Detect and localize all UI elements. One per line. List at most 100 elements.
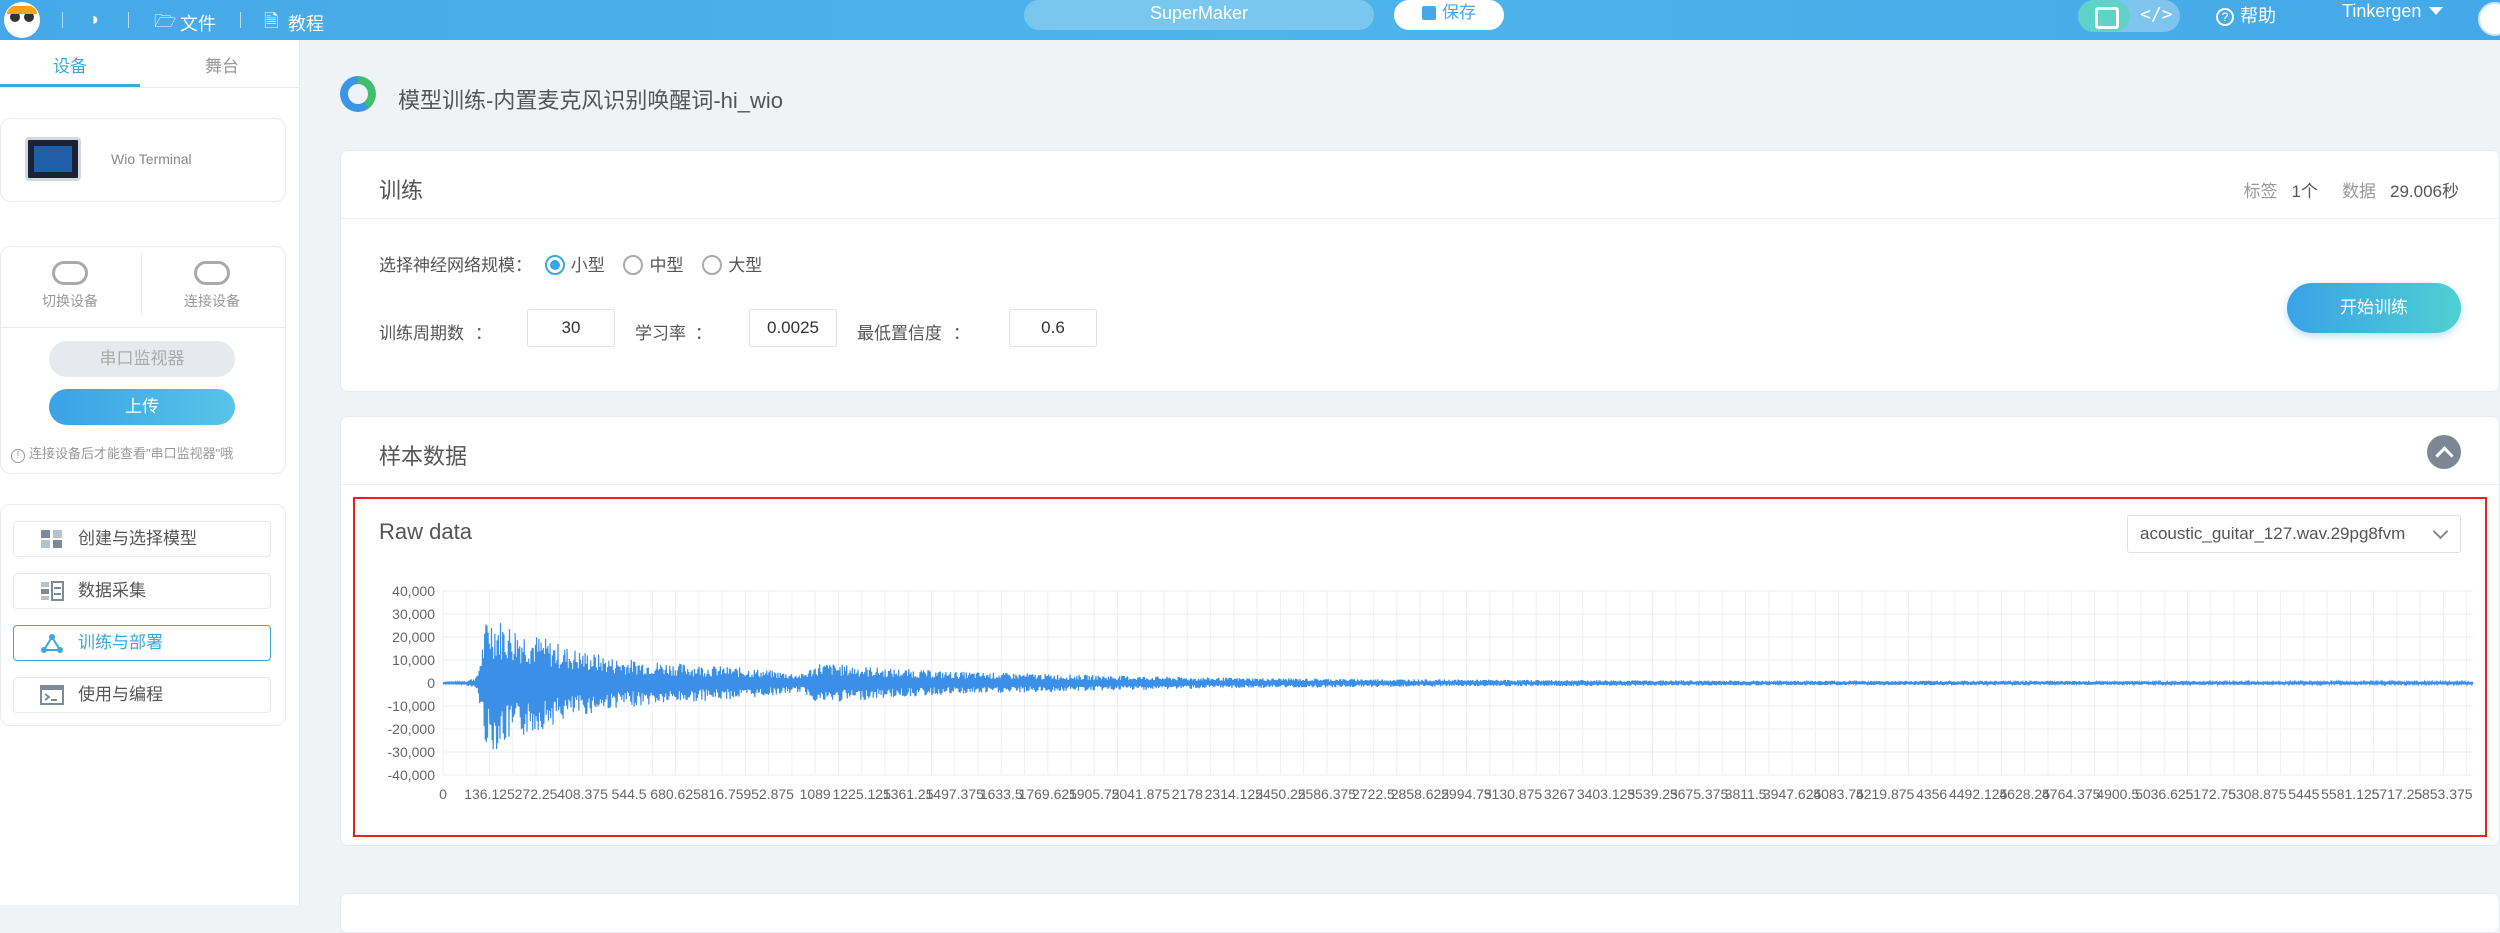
training-stats: 标签 1个 数据 29.006秒 — [2244, 177, 2459, 202]
menu-item-label: 创建与选择模型 — [78, 529, 197, 548]
x-tick-label: 680.625 — [650, 786, 701, 802]
y-tick-label: 40,000 — [392, 583, 435, 599]
panel-header: 训练 标签 1个 数据 29.006秒 — [341, 151, 2499, 219]
tab-stage[interactable]: 舞台 — [152, 52, 292, 77]
switch-icon — [52, 261, 88, 285]
file-menu[interactable]: 文件 — [180, 10, 216, 36]
switch-device-button[interactable]: 切换设备 — [1, 261, 139, 321]
y-tick-label: 0 — [427, 675, 435, 691]
connect-device-label: 连接设备 — [184, 293, 240, 309]
blocks-view-icon[interactable] — [2078, 0, 2130, 32]
x-tick-label: 1089 — [800, 786, 831, 802]
menu-item-create-model[interactable]: 创建与选择模型 — [13, 521, 271, 557]
user-menu[interactable]: Tinkergen — [2342, 1, 2444, 22]
upload-button[interactable]: 上传 — [49, 389, 235, 425]
x-tick-label: 272.25 — [515, 786, 558, 802]
sample-file-value: acoustic_guitar_127.wav.29pg8fvm — [2140, 524, 2406, 543]
learning-rate-input[interactable]: 0.0025 — [749, 309, 837, 347]
panel-title: 样本数据 — [379, 444, 468, 469]
connect-device-button[interactable]: 连接设备 — [143, 261, 281, 321]
radio-large[interactable] — [702, 255, 723, 275]
user-name: Tinkergen — [2342, 1, 2422, 21]
owl-logo-icon[interactable] — [4, 2, 40, 38]
panel-header: 样本数据 — [341, 417, 2499, 485]
y-tick-label: -10,000 — [388, 698, 436, 714]
x-tick-label: 544.5 — [612, 786, 647, 802]
info-icon: ! — [11, 449, 25, 463]
learning-rate-label: 学习率 — [635, 324, 686, 343]
globe-icon[interactable]: ◑ — [88, 9, 99, 30]
folder-icon: 🗁 — [154, 11, 177, 31]
help-link[interactable]: ? 帮助 — [2216, 2, 2276, 28]
menu-item-label: 训练与部署 — [78, 633, 163, 652]
top-bar: ◑ 🗁 文件 🗎 教程 SuperMaker 保存 </> ? 帮助 Tinker… — [0, 0, 2500, 40]
radio-medium-label[interactable]: 中型 — [649, 256, 683, 275]
sidebar-tabs: 设备 舞台 — [0, 40, 300, 88]
device-control-card: 切换设备 连接设备 串口监视器 上传 ! 连接设备后才能查看"串口监视器"哦 — [0, 246, 286, 474]
menu-item-use-program[interactable]: 使用与编程 — [13, 677, 271, 713]
link-icon — [194, 261, 230, 285]
colon: ： — [695, 324, 712, 343]
start-training-button[interactable]: 开始训练 — [2287, 283, 2461, 333]
x-tick-label: 2041.875 — [1112, 786, 1171, 802]
sample-data-panel: 样本数据 Raw data acoustic_guitar_127.wav.29… — [340, 416, 2500, 846]
workflow-menu: 创建与选择模型 数据采集 训练与部署 使用与编程 — [0, 504, 286, 726]
colon: ： — [953, 324, 970, 343]
colon: ： — [475, 324, 492, 343]
radio-small-label[interactable]: 小型 — [571, 256, 605, 275]
tab-device[interactable]: 设备 — [0, 52, 140, 77]
radio-medium[interactable] — [623, 255, 644, 275]
x-tick-label: 2586.375 — [1298, 786, 1357, 802]
x-tick-label: 0 — [439, 786, 447, 802]
x-tick-label: 408.375 — [557, 786, 608, 802]
collapse-icon[interactable] — [2427, 435, 2461, 469]
x-tick-label: 1497.375 — [926, 786, 985, 802]
x-tick-label: 4900.5 — [2096, 786, 2139, 802]
min-confidence-input[interactable]: 0.6 — [1009, 309, 1097, 347]
code-view-icon[interactable]: </> — [2140, 4, 2173, 25]
x-tick-label: 3811.5 — [1725, 786, 1767, 802]
x-tick-label: 136.125 — [464, 786, 515, 802]
device-name: Wio Terminal — [111, 151, 192, 167]
next-panel — [340, 893, 2500, 933]
x-tick-label: 816.75 — [701, 786, 744, 802]
epochs-input[interactable]: 30 — [527, 309, 615, 347]
x-tick-label: 1633.5 — [980, 786, 1023, 802]
project-name[interactable]: SuperMaker — [1024, 0, 1374, 30]
device-card[interactable]: Wio Terminal — [0, 118, 286, 202]
wio-terminal-image — [25, 137, 81, 181]
network-size-prompt: 选择神经网络规模： — [379, 256, 532, 275]
menu-item-label: 数据采集 — [78, 581, 146, 600]
serial-hint-text: 连接设备后才能查看"串口监视器"哦 — [29, 446, 234, 461]
switch-device-label: 切换设备 — [42, 293, 98, 309]
help-icon: ? — [2216, 8, 2234, 26]
save-button[interactable]: 保存 — [1394, 0, 1504, 30]
data-collect-icon — [41, 581, 64, 601]
data-duration-value: 29.006秒 — [2390, 182, 2459, 201]
avatar[interactable] — [2478, 2, 2500, 36]
radio-small[interactable] — [544, 255, 565, 275]
data-duration-key: 数据 — [2342, 182, 2376, 201]
y-tick-label: -40,000 — [388, 767, 436, 783]
raw-data-box: Raw data acoustic_guitar_127.wav.29pg8fv… — [353, 497, 2487, 837]
serial-monitor-button[interactable]: 串口监视器 — [49, 341, 235, 377]
sidebar: 设备 舞台 Wio Terminal 切换设备 连接设备 串口监视器 上传 ! 连… — [0, 40, 300, 905]
epochs-label: 训练周期数 — [379, 324, 464, 343]
y-tick-label: -20,000 — [388, 721, 436, 737]
menu-item-train-deploy[interactable]: 训练与部署 — [13, 625, 271, 661]
menu-item-data-collection[interactable]: 数据采集 — [13, 573, 271, 609]
radio-large-label[interactable]: 大型 — [728, 256, 762, 275]
sample-file-select[interactable]: acoustic_guitar_127.wav.29pg8fvm — [2127, 515, 2461, 553]
divider — [128, 12, 129, 28]
divider — [141, 253, 142, 315]
raw-data-chart: 40,000 30,000 20,000 10,000 0 -10,000 -20,000 -… — [388, 583, 2474, 802]
min-confidence-label: 最低置信度 — [857, 324, 942, 343]
raw-data-title: Raw data — [379, 519, 472, 544]
x-tick-label: 3267 — [1544, 786, 1575, 802]
waveform-series — [442, 623, 2474, 750]
x-tick-label: 5308.875 — [2228, 786, 2287, 802]
save-icon — [1422, 6, 1436, 20]
tutorial-menu[interactable]: 教程 — [288, 10, 324, 36]
x-tick-label: 2178 — [1172, 786, 1203, 802]
view-toggle[interactable]: </> — [2078, 0, 2180, 32]
